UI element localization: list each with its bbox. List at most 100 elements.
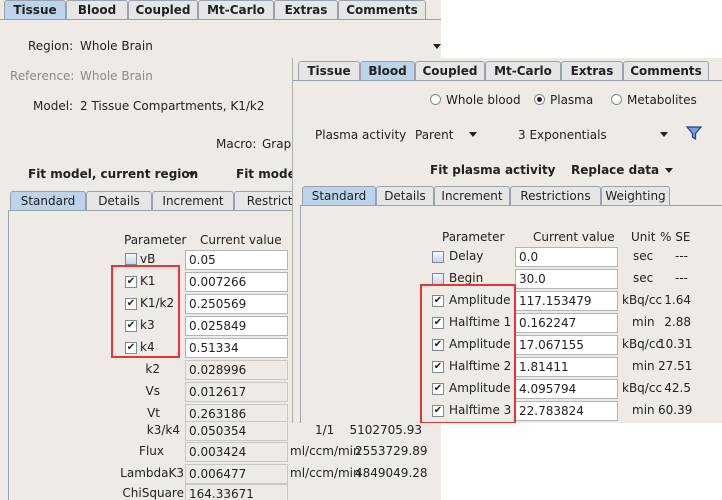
region-label: Region:	[28, 39, 74, 53]
halftime2-value-field[interactable]: 1.81411	[515, 357, 618, 377]
param-name: Vs	[145, 384, 160, 398]
begin-se: ---	[675, 271, 688, 285]
fit-plasma-button[interactable]: Fit plasma activity	[430, 163, 556, 177]
param-header: Parameter	[442, 230, 505, 244]
halftime3-value-field[interactable]: 22.783824	[515, 401, 618, 421]
tab-mt-carlo[interactable]: Mt-Carlo	[485, 61, 561, 80]
tab-coupled[interactable]: Coupled	[415, 61, 485, 80]
subtab-increment[interactable]: Increment	[434, 186, 510, 205]
halftime3-se: 60.39	[658, 403, 693, 417]
lambdak3-unit: ml/ccm/min	[290, 466, 361, 480]
metabolites-label: Metabolites	[627, 93, 697, 107]
halftime1-value-field[interactable]: 0.162247	[515, 313, 618, 333]
k3k4-extra: 5102705.93	[349, 423, 422, 437]
se-header: % SE	[660, 230, 691, 244]
replace-data-dropdown-icon[interactable]	[665, 168, 673, 173]
k3k4-value-field: 0.050354	[185, 421, 288, 441]
checked-params-highlight	[111, 265, 180, 358]
vs-value-field: 0.012617	[185, 382, 288, 402]
subtab-standard[interactable]: Standard	[10, 191, 86, 210]
delay-unit: sec	[633, 249, 654, 263]
tab-blood[interactable]: Blood	[66, 0, 128, 19]
k3-value-field[interactable]: 0.025849	[185, 316, 288, 336]
funnel-icon[interactable]	[686, 126, 702, 141]
exponentials-value[interactable]: 3 Exponentials	[518, 128, 607, 142]
amplitude1-value-field[interactable]: 117.153479	[515, 291, 618, 311]
delay-se: ---	[675, 249, 688, 263]
tab-comments[interactable]: Comments	[623, 61, 709, 80]
tab-comments[interactable]: Comments	[338, 0, 426, 19]
replace-data-button[interactable]: Replace data	[571, 163, 659, 177]
halftime3-unit: min	[632, 403, 655, 417]
begin-unit: sec	[633, 271, 654, 285]
param-header: Parameter	[124, 233, 187, 247]
halftime1-se: 2.88	[664, 315, 691, 329]
metabolites-radio[interactable]	[611, 94, 622, 105]
macro-label: Macro:	[216, 137, 257, 151]
whole-blood-radio[interactable]	[430, 94, 441, 105]
flux-extra: 2553729.89	[355, 444, 428, 458]
amplitude2-value-field[interactable]: 17.067155	[515, 335, 618, 355]
tab-mt-carlo[interactable]: Mt-Carlo	[198, 0, 274, 19]
vb-value-field[interactable]: 0.05	[185, 250, 288, 270]
plasma-activity-label: Plasma activity	[315, 128, 407, 142]
fit-region-button[interactable]: Fit model, current region	[28, 167, 198, 181]
delay-checkbox[interactable]	[432, 251, 444, 263]
subtab-details[interactable]: Details	[376, 186, 434, 205]
subtab-restrictions[interactable]: Restrictions	[510, 186, 601, 205]
begin-value-field[interactable]: 30.0	[515, 269, 618, 289]
whole-blood-label: Whole blood	[446, 93, 521, 107]
halftime2-se: 27.51	[658, 359, 693, 373]
value-header: Current value	[200, 233, 282, 247]
model-label: Model:	[33, 99, 74, 113]
value-header: Current value	[533, 230, 615, 244]
param-name: Begin	[449, 271, 484, 285]
k4-value-field[interactable]: 0.51334	[185, 338, 288, 358]
tab-coupled[interactable]: Coupled	[128, 0, 198, 19]
plasma-radio[interactable]	[534, 94, 545, 105]
tab-tissue[interactable]: Tissue	[298, 61, 360, 80]
param-name: ChiSquare	[122, 486, 184, 500]
k1k2-value-field[interactable]: 0.250569	[185, 294, 288, 314]
subtab-standard[interactable]: Standard	[302, 186, 376, 205]
k1-value-field[interactable]: 0.007266	[185, 272, 288, 292]
plasma-parent-value[interactable]: Parent	[415, 128, 453, 142]
subtab-details[interactable]: Details	[86, 191, 152, 210]
amplitude3-se: 42.5	[664, 381, 691, 395]
amplitude1-unit: kBq/cc	[622, 293, 663, 307]
param-name: Flux	[139, 444, 164, 458]
amplitude1-se: 1.64	[664, 293, 691, 307]
tab-blood[interactable]: Blood	[360, 61, 415, 80]
plasma-label: Plasma	[550, 93, 594, 107]
delay-value-field[interactable]: 0.0	[515, 247, 618, 267]
k3k4-unit: 1/1	[315, 423, 335, 437]
amplitude3-unit: kBq/cc	[622, 381, 663, 395]
model-value[interactable]: 2 Tissue Compartments, K1/k2	[80, 99, 264, 113]
amplitude2-se: 10.31	[658, 337, 693, 351]
amplitude2-unit: kBq/cc	[622, 337, 663, 351]
region-dropdown-icon[interactable]	[433, 44, 441, 49]
tab-tissue[interactable]: Tissue	[4, 0, 66, 19]
vb-checkbox[interactable]	[125, 253, 137, 265]
param-name: Vt	[147, 406, 160, 420]
reference-value[interactable]: Whole Brain	[80, 69, 153, 83]
halftime1-unit: min	[632, 315, 655, 329]
tab-extras[interactable]: Extras	[561, 61, 623, 80]
region-value[interactable]: Whole Brain	[80, 39, 153, 53]
fit-region-dropdown-icon[interactable]	[188, 172, 196, 177]
subtab-increment[interactable]: Increment	[152, 191, 234, 210]
plasma-parent-dropdown-icon[interactable]	[469, 132, 477, 137]
param-name: k2	[145, 362, 160, 376]
subtab-weighting[interactable]: Weighting	[601, 186, 670, 205]
flux-unit: ml/ccm/min	[290, 444, 361, 458]
param-name: vB	[140, 252, 156, 266]
flux-value-field: 0.003424	[185, 442, 288, 462]
tab-extras[interactable]: Extras	[274, 0, 338, 19]
blood-panel: Tissue Blood Coupled Mt-Carlo Extras Com…	[292, 58, 722, 423]
lambdak3-extra: 4849049.28	[355, 466, 428, 480]
reference-label: Reference:	[10, 69, 75, 83]
param-name: Delay	[449, 249, 484, 263]
lambdak3-value-field: 0.006477	[185, 464, 288, 484]
exponentials-dropdown-icon[interactable]	[660, 132, 668, 137]
amplitude3-value-field[interactable]: 4.095794	[515, 379, 618, 399]
